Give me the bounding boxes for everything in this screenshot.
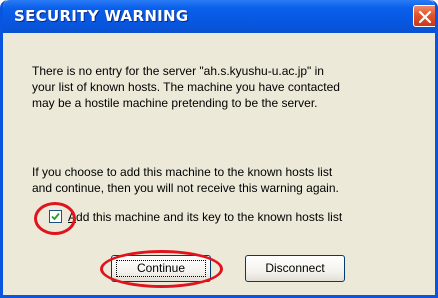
close-icon: [418, 10, 432, 24]
warning-message: There is no entry for the server "ah.s.k…: [32, 64, 340, 110]
continue-button-label: Continue: [136, 261, 186, 275]
add-host-explanation: If you choose to add this machine to the…: [32, 165, 339, 195]
security-warning-dialog: SECURITY WARNING There is no entry for t…: [0, 0, 438, 298]
close-button[interactable]: [413, 5, 435, 27]
add-known-host-checkbox[interactable]: [49, 210, 62, 223]
continue-button[interactable]: Continue: [111, 255, 211, 282]
checkmark-icon: [51, 212, 60, 221]
title-bar[interactable]: SECURITY WARNING: [3, 0, 435, 33]
disconnect-button[interactable]: Disconnect: [245, 255, 345, 282]
disconnect-button-label: Disconnect: [265, 261, 325, 275]
add-known-host-label[interactable]: Add this machine and its key to the know…: [68, 209, 342, 225]
dialog-title: SECURITY WARNING: [14, 7, 189, 25]
